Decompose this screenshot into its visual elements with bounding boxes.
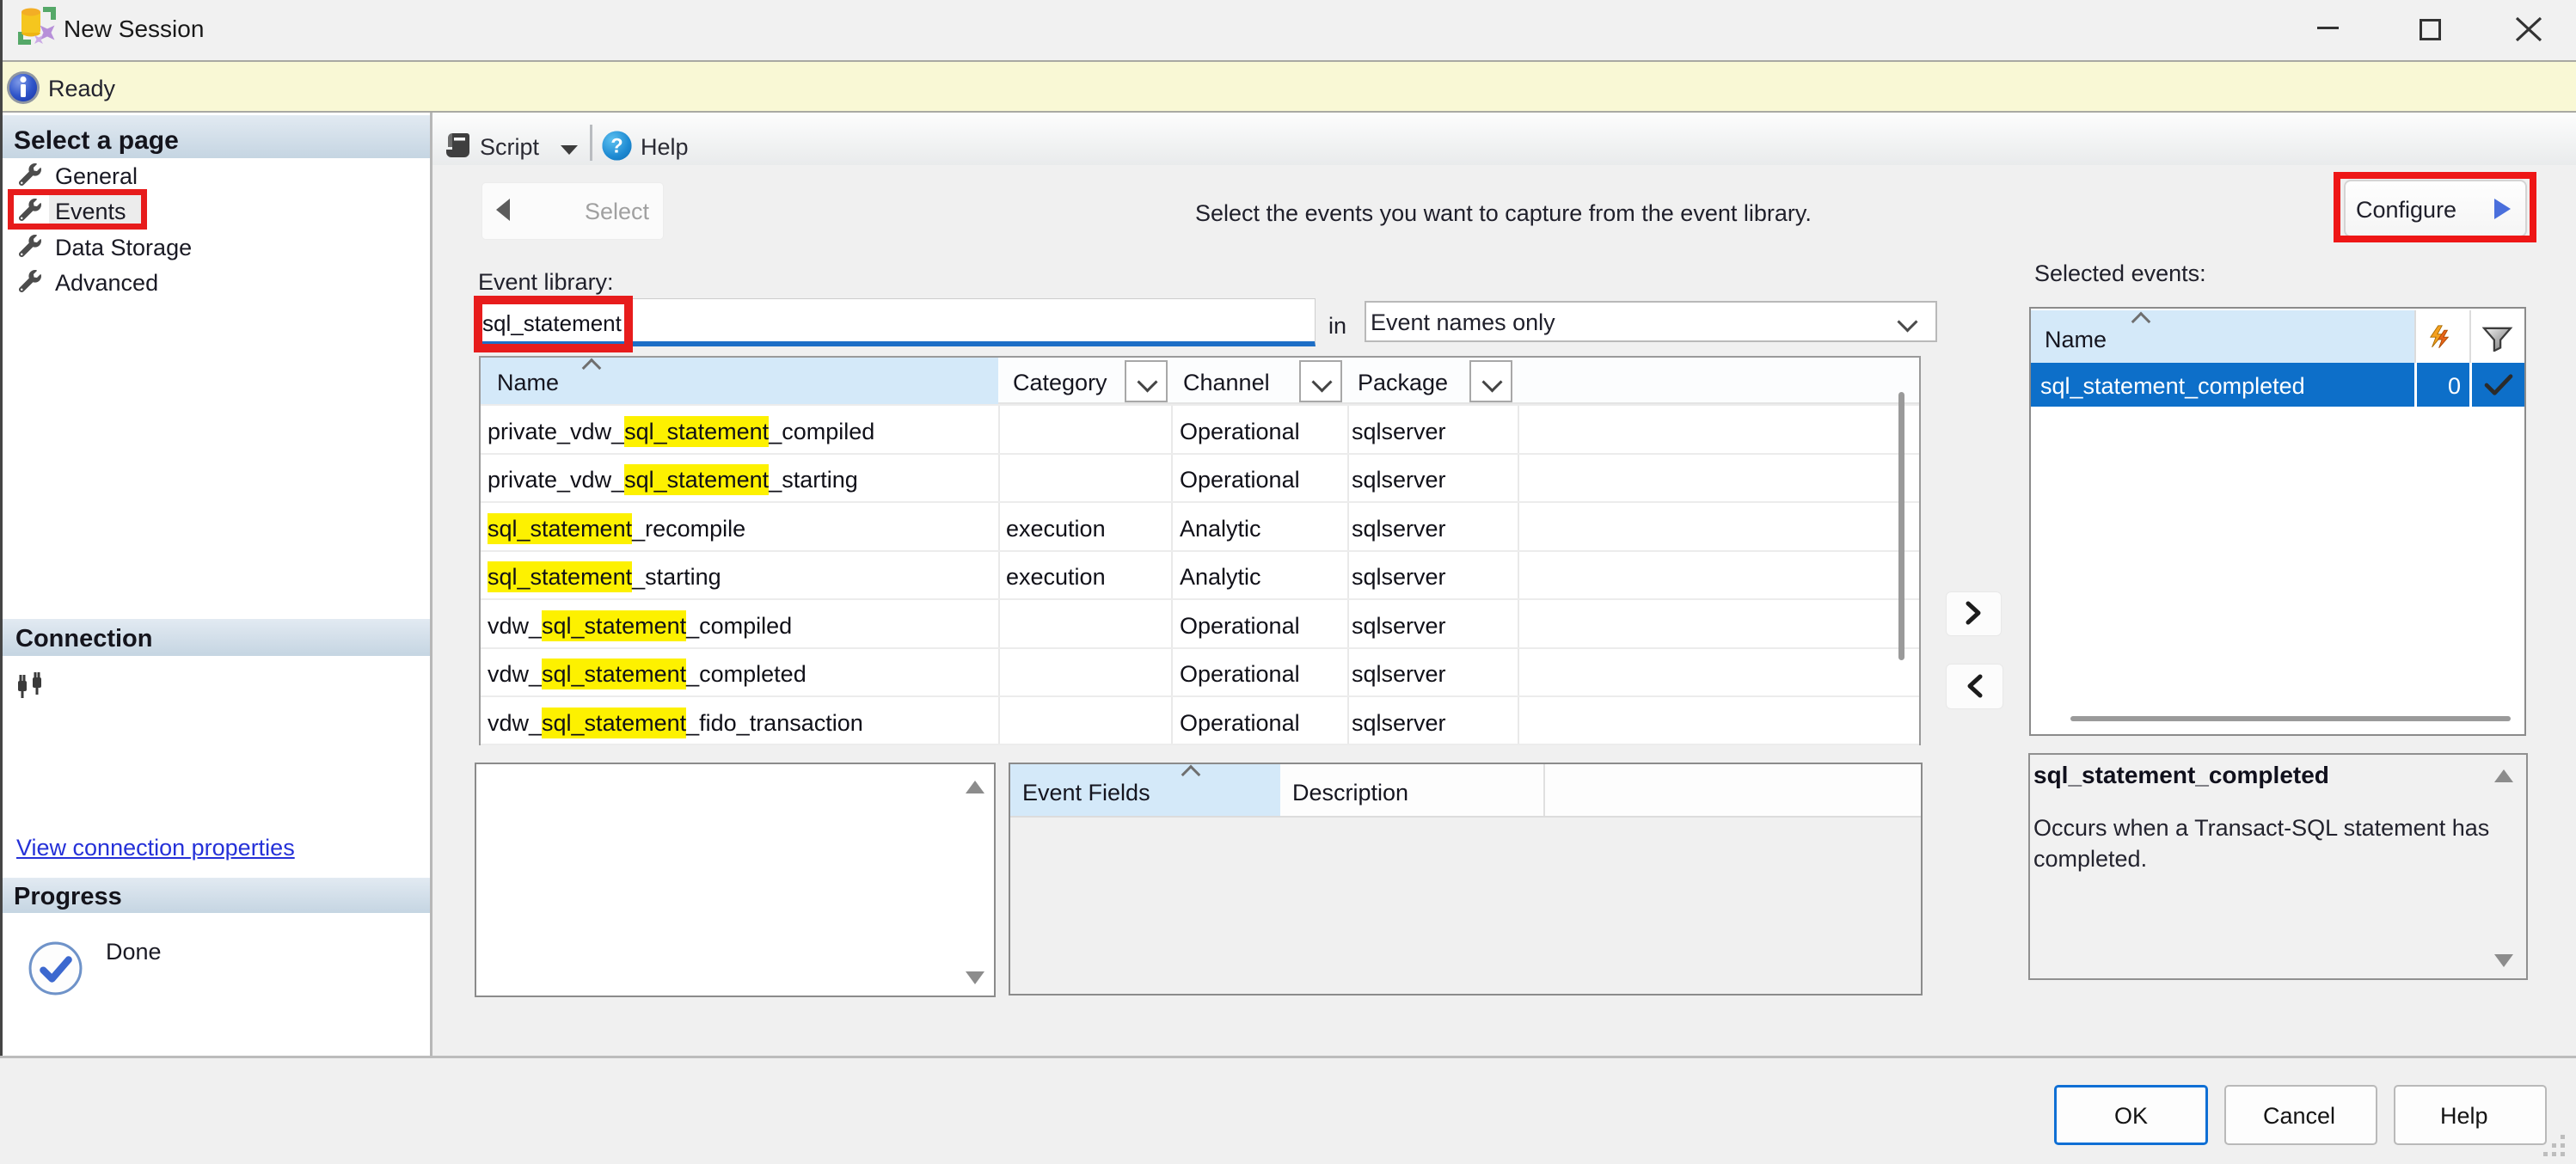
svg-text:?: ? [610,136,623,158]
